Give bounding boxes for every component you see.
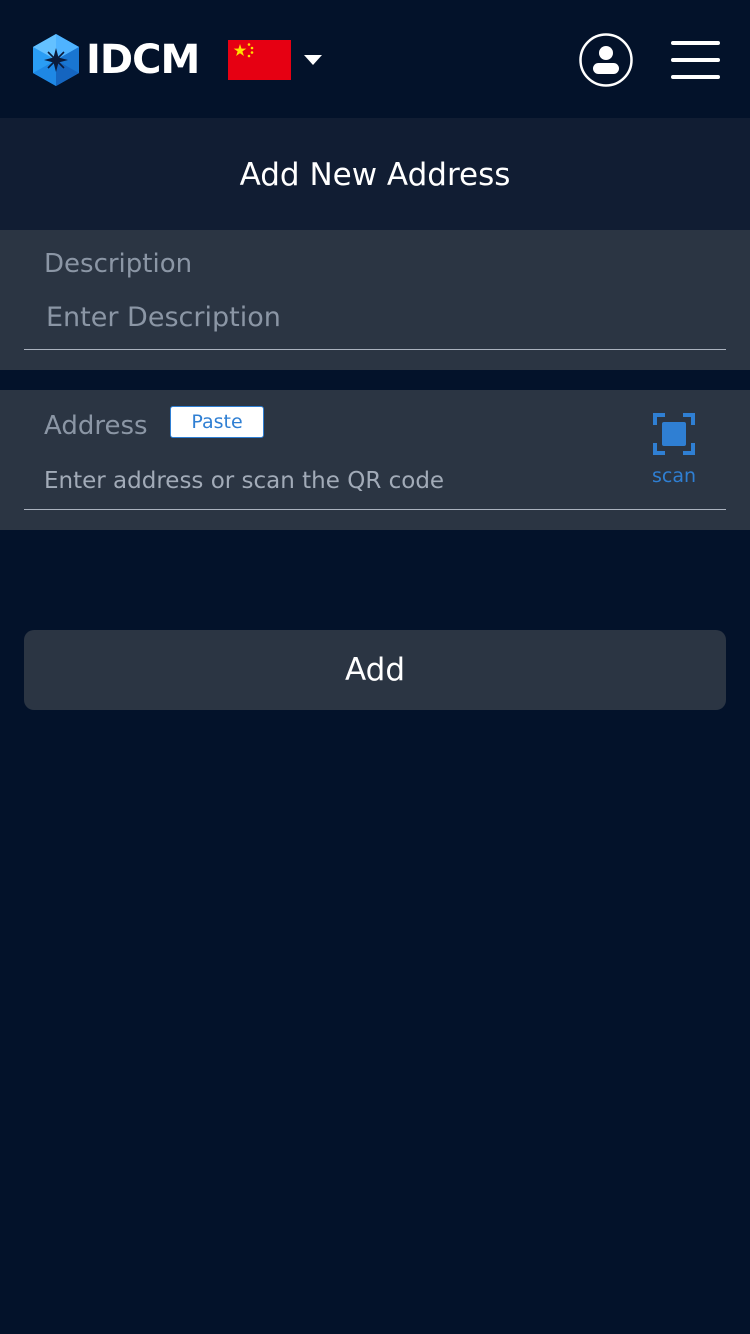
top-navigation-bar: IDCM (0, 0, 750, 118)
qr-scan-icon (653, 413, 695, 455)
description-field-group: Description (0, 230, 750, 370)
description-input[interactable] (24, 298, 726, 350)
add-address-page: IDCM Add New Address Description Enter D… (0, 0, 750, 1334)
description-label: Description (44, 249, 193, 279)
address-field-group: Address Paste scan (0, 390, 750, 530)
idcm-hexagon-logo-icon (33, 34, 79, 86)
page-title: Add New Address (239, 157, 511, 193)
scan-qr-button[interactable]: scan (640, 412, 708, 492)
caret-down-icon[interactable] (304, 54, 322, 66)
china-flag-icon[interactable] (228, 40, 291, 80)
brand-name: IDCM (86, 37, 200, 83)
page-title-bar: Add New Address (0, 118, 750, 230)
add-button[interactable]: Add (24, 630, 726, 710)
brand-logo[interactable]: IDCM (33, 34, 200, 86)
paste-button[interactable]: Paste (170, 406, 264, 438)
address-label: Address (44, 411, 148, 441)
scan-label: scan (651, 465, 697, 487)
user-account-button[interactable] (579, 33, 633, 87)
hamburger-menu-button[interactable] (671, 41, 720, 79)
address-input[interactable] (24, 460, 726, 510)
